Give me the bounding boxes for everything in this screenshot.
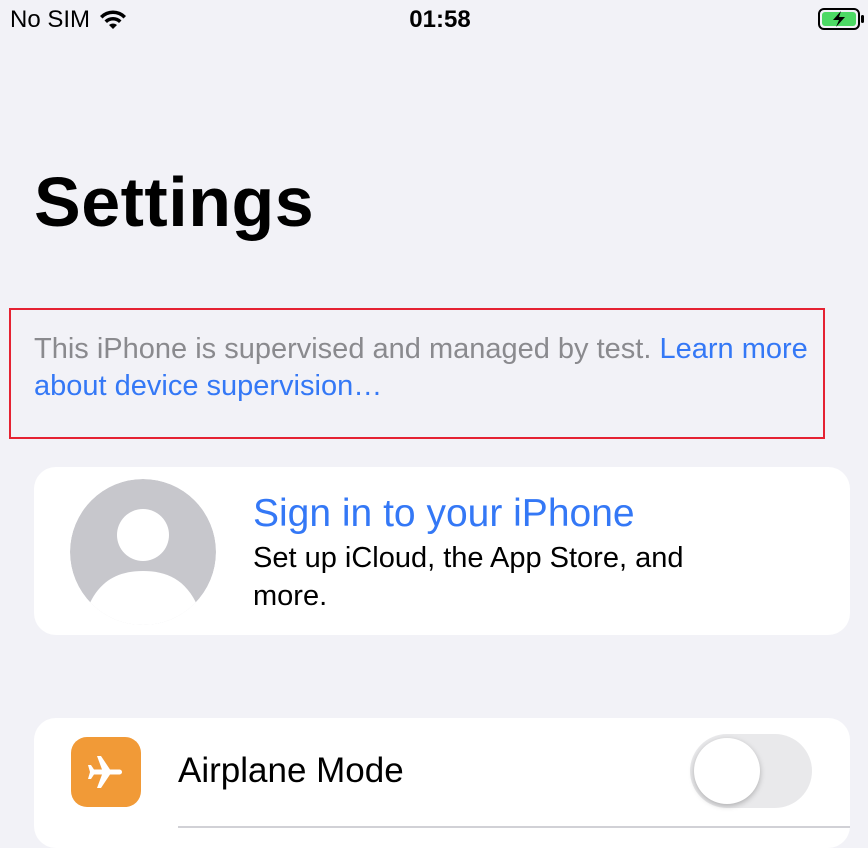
- airplane-icon: [71, 737, 141, 807]
- supervision-message: This iPhone is supervised and managed by…: [34, 333, 660, 365]
- signin-card[interactable]: Sign in to your iPhone Set up iCloud, th…: [34, 467, 850, 635]
- carrier-label: No SIM: [10, 6, 91, 33]
- signin-title: Sign in to your iPhone: [253, 492, 635, 535]
- airplane-mode-label: Airplane Mode: [178, 751, 404, 790]
- page-title: Settings: [34, 163, 315, 241]
- supervision-notice: This iPhone is supervised and managed by…: [34, 331, 824, 405]
- airplane-mode-toggle[interactable]: [690, 734, 812, 808]
- battery-charging-icon: [818, 6, 868, 32]
- status-time: 01:58: [409, 6, 471, 33]
- toggle-knob: [694, 738, 760, 804]
- airplane-mode-row[interactable]: Airplane Mode: [34, 718, 850, 826]
- avatar-placeholder-icon: [70, 479, 216, 625]
- settings-group-connectivity: Airplane Mode: [34, 718, 850, 848]
- carrier-indicator: No SIM: [10, 6, 128, 34]
- wifi-icon: [98, 8, 128, 32]
- status-bar: No SIM 01:58: [0, 0, 868, 40]
- signin-subtitle: Set up iCloud, the App Store, and more.: [253, 542, 684, 612]
